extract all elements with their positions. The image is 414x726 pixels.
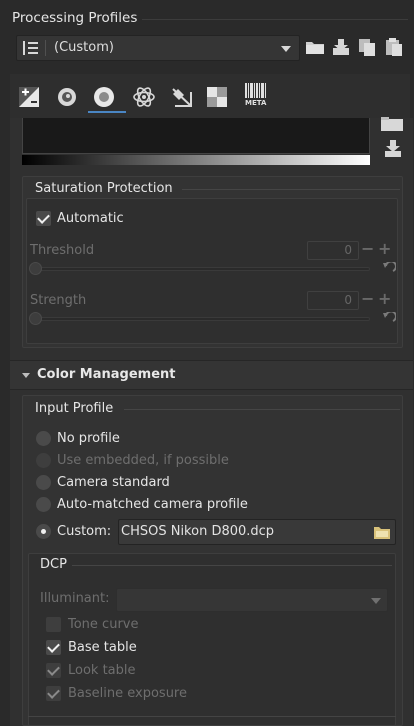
- group-title-line: [182, 189, 400, 190]
- input-profile-title: Input Profile: [35, 401, 114, 416]
- custom-profile-filename: CHSOS Nikon D800.dcp: [121, 524, 275, 539]
- chevron-down-icon: [281, 46, 291, 52]
- browse-folder-icon[interactable]: [373, 524, 391, 544]
- color-management-header[interactable]: Color Management: [10, 360, 413, 390]
- copy-profile-icon[interactable]: [356, 37, 378, 61]
- custom-profile-radio[interactable]: [36, 524, 51, 539]
- saturation-protection-title: Saturation Protection: [35, 181, 173, 196]
- strength-spinbox[interactable]: 0: [307, 291, 359, 310]
- load-curve-folder-icon[interactable]: [380, 116, 404, 136]
- tab-detail[interactable]: [56, 86, 78, 112]
- active-tab-indicator: [88, 111, 126, 113]
- next-group-border: [28, 716, 396, 717]
- no-profile-label: No profile: [57, 431, 120, 446]
- custom-profile-label: Custom:: [57, 524, 112, 539]
- use-embedded-label: Use embedded, if possible: [57, 453, 229, 468]
- combo-separator: [45, 40, 46, 56]
- threshold-slider-handle[interactable]: [29, 262, 42, 275]
- custom-profile-file-field[interactable]: CHSOS Nikon D800.dcp: [118, 519, 396, 545]
- strength-reset-icon[interactable]: [382, 310, 397, 328]
- tab-metadata-label: META: [245, 99, 267, 107]
- strength-increment-button[interactable]: +: [378, 289, 391, 308]
- tab-raw[interactable]: [206, 86, 228, 112]
- use-embedded-radio[interactable]: [36, 453, 51, 468]
- luminance-gradient-bar: [22, 155, 370, 165]
- tool-tab-bar: META: [10, 74, 410, 118]
- threshold-label: Threshold: [30, 243, 95, 258]
- automatic-label: Automatic: [57, 211, 124, 226]
- illuminant-label: Illuminant:: [40, 591, 110, 606]
- profile-list-icon: [21, 39, 41, 61]
- curve-preview-area: [22, 118, 370, 154]
- color-management-title: Color Management: [37, 367, 176, 382]
- threshold-reset-icon[interactable]: [382, 260, 397, 278]
- tab-transform[interactable]: [170, 86, 194, 112]
- strength-slider-handle[interactable]: [29, 312, 42, 325]
- auto-matched-label: Auto-matched camera profile: [57, 497, 248, 512]
- group-title-line: [124, 409, 400, 410]
- save-profile-icon[interactable]: [330, 37, 352, 61]
- camera-standard-radio[interactable]: [36, 475, 51, 490]
- threshold-spinbox[interactable]: 0: [307, 241, 359, 260]
- expand-arrow-icon: [22, 373, 30, 378]
- no-profile-radio[interactable]: [36, 431, 51, 446]
- tab-advanced[interactable]: [132, 86, 156, 112]
- chevron-down-icon: [371, 598, 381, 604]
- strength-decrement-button[interactable]: −: [361, 289, 374, 308]
- tab-color[interactable]: [91, 86, 117, 112]
- threshold-decrement-button[interactable]: −: [361, 239, 374, 258]
- strength-slider-track[interactable]: [34, 317, 370, 321]
- threshold-increment-button[interactable]: +: [378, 239, 391, 258]
- tab-exposure[interactable]: [18, 86, 40, 112]
- strength-label: Strength: [30, 293, 87, 308]
- profile-selector[interactable]: (Custom): [16, 35, 300, 61]
- threshold-slider-track[interactable]: [34, 267, 370, 271]
- look-table-label: Look table: [68, 663, 136, 678]
- baseline-exposure-label: Baseline exposure: [68, 686, 187, 701]
- baseline-exposure-checkbox[interactable]: [46, 686, 61, 701]
- dcp-title: DCP: [40, 557, 67, 572]
- load-profile-folder-icon[interactable]: [304, 37, 326, 61]
- automatic-checkbox[interactable]: [36, 211, 51, 226]
- tone-curve-label: Tone curve: [68, 617, 139, 632]
- look-table-checkbox[interactable]: [46, 663, 61, 678]
- processing-profiles-title: Processing Profiles: [12, 10, 138, 26]
- camera-standard-label: Camera standard: [57, 475, 170, 490]
- base-table-checkbox[interactable]: [46, 640, 61, 655]
- tab-metadata[interactable]: META: [243, 82, 269, 114]
- tone-curve-checkbox[interactable]: [46, 617, 61, 632]
- base-table-label: Base table: [68, 640, 137, 655]
- selected-profile-text: (Custom): [54, 40, 114, 55]
- save-curve-icon[interactable]: [383, 139, 403, 163]
- illuminant-select[interactable]: [116, 588, 388, 612]
- auto-matched-radio[interactable]: [36, 497, 51, 512]
- paste-profile-icon[interactable]: [383, 37, 405, 61]
- group-title-line: [72, 565, 392, 566]
- title-divider: [142, 19, 408, 20]
